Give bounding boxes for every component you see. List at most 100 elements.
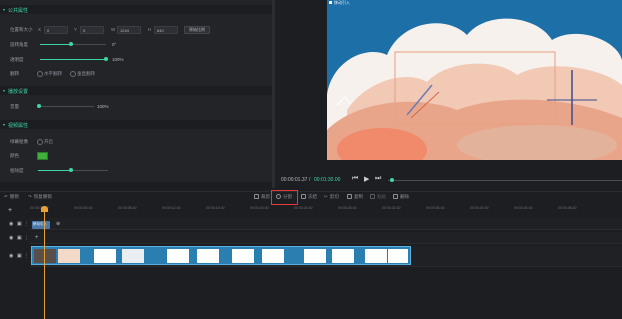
color-label: 颜色 bbox=[10, 153, 19, 158]
clip-thumbnail bbox=[262, 249, 284, 263]
add-clip-icon[interactable]: + bbox=[35, 235, 39, 241]
copy-button[interactable]: 复制 bbox=[347, 194, 363, 200]
text-clip[interactable]: 移动引入 bbox=[32, 221, 50, 229]
collapse-arrow-icon[interactable]: ▾ bbox=[3, 122, 5, 127]
playback-progress-knob[interactable] bbox=[390, 178, 394, 182]
collapse-arrow-icon[interactable]: ▾ bbox=[3, 88, 5, 93]
track-row-empty[interactable] bbox=[30, 270, 622, 319]
timeline-tracks bbox=[0, 214, 622, 319]
original-size-button[interactable]: 原始比例 bbox=[184, 26, 210, 34]
section-audio-title: 播放设置 bbox=[8, 89, 29, 95]
w-value: 1244 bbox=[120, 27, 129, 33]
volume-slider-track[interactable] bbox=[38, 106, 94, 107]
section-effects-title: 视频属性 bbox=[8, 123, 29, 129]
clip-thumbnail bbox=[365, 249, 387, 263]
track-more-icon[interactable]: ⋮ bbox=[24, 235, 29, 241]
intensity-slider-knob[interactable] bbox=[69, 168, 73, 172]
lock-icon[interactable]: ▣ bbox=[17, 221, 22, 227]
undo-button[interactable]: ↶ 撤销 bbox=[4, 194, 19, 200]
skip-back-icon[interactable]: ⏮ bbox=[352, 175, 358, 183]
ruler-tick: 00:00:28.00 bbox=[338, 206, 357, 210]
undo-label: 撤销 bbox=[9, 194, 19, 199]
collapse-arrow-icon[interactable]: ▾ bbox=[3, 7, 5, 12]
ruler-tick: 00:00:08.00 bbox=[118, 206, 137, 210]
lock-icon[interactable]: ▣ bbox=[17, 235, 22, 241]
clip-thumbnail bbox=[94, 249, 116, 263]
track-row[interactable] bbox=[30, 218, 622, 230]
trash-icon bbox=[393, 194, 398, 199]
track-more-icon[interactable]: ⋮ bbox=[24, 253, 29, 259]
section-effects[interactable]: ▾ 视频属性 bbox=[0, 120, 272, 129]
eye-icon[interactable]: ◉ bbox=[9, 221, 13, 227]
track-row[interactable] bbox=[30, 232, 622, 244]
timecode-current: 00:00:01.37 bbox=[281, 177, 308, 183]
color-swatch[interactable] bbox=[37, 152, 48, 160]
timeline-toolbar: ↶ 撤销 ↷ 恢复撤销 裁剪 分割 冻结 ✂ 剪切 复制 粘贴 删除 bbox=[0, 191, 622, 204]
skip-forward-icon[interactable]: ⏭ bbox=[375, 175, 381, 183]
undo-icon: ↶ bbox=[4, 194, 8, 199]
scissors-icon: ✂ bbox=[324, 194, 328, 199]
section-public-title: 公共属性 bbox=[8, 8, 29, 14]
paste-icon bbox=[370, 194, 375, 199]
eye-icon[interactable]: ◉ bbox=[9, 253, 13, 259]
clip-thumbnail bbox=[197, 249, 219, 263]
playhead-line[interactable] bbox=[44, 207, 45, 319]
x-value: 0 bbox=[47, 27, 50, 33]
timecode-separator: / bbox=[309, 177, 311, 183]
crop-label: 裁剪 bbox=[261, 194, 270, 199]
crop-icon bbox=[254, 194, 259, 199]
clip-add-icon[interactable]: ⊕ bbox=[56, 221, 60, 227]
flip-vertical-radio[interactable] bbox=[70, 71, 76, 77]
redo-button[interactable]: ↷ 恢复撤销 bbox=[28, 194, 52, 200]
opacity-slider-knob[interactable] bbox=[104, 57, 108, 61]
x-input[interactable]: 0 bbox=[44, 26, 68, 34]
clip-thumbnail bbox=[388, 249, 408, 263]
flip-horizontal-radio[interactable] bbox=[37, 71, 43, 77]
flip-horizontal-label: 水平翻转 bbox=[44, 71, 62, 76]
position-size-label: 位置和大小 bbox=[10, 27, 33, 32]
paste-button[interactable]: 粘贴 bbox=[370, 194, 386, 200]
volume-slider-knob[interactable] bbox=[37, 104, 41, 108]
eye-icon[interactable]: ◉ bbox=[9, 235, 13, 241]
clip-thumbnail bbox=[304, 249, 326, 263]
add-track-icon[interactable]: + bbox=[8, 207, 12, 214]
redo-icon: ↷ bbox=[28, 194, 32, 199]
section-audio[interactable]: ▾ 播放设置 bbox=[0, 86, 272, 95]
freeze-button[interactable]: 冻结 bbox=[301, 194, 317, 200]
volume-label: 音量 bbox=[10, 104, 19, 109]
playback-progress-track[interactable] bbox=[388, 180, 622, 181]
panel-footer bbox=[0, 182, 272, 188]
h-input[interactable]: 640 bbox=[154, 26, 178, 34]
ruler-tick: 00:00:24.00 bbox=[294, 206, 313, 210]
ruler-tick: 00:00:44.00 bbox=[514, 206, 533, 210]
freeze-icon bbox=[301, 194, 306, 199]
ruler-tick: 00:00:36.00 bbox=[426, 206, 445, 210]
w-input[interactable]: 1244 bbox=[117, 26, 141, 34]
video-clip[interactable] bbox=[31, 246, 411, 265]
intensity-slider-fill bbox=[38, 170, 70, 171]
rotation-slider-knob[interactable] bbox=[69, 42, 73, 46]
section-public-properties[interactable]: ▾ 公共属性 bbox=[0, 5, 272, 14]
properties-panel: ▾ 公共属性 位置和大小 X 0 Y 0 W 1244 H 640 原始比例 旋… bbox=[0, 0, 272, 188]
play-icon[interactable]: ▶ bbox=[364, 175, 369, 183]
y-input[interactable]: 0 bbox=[80, 26, 104, 34]
ruler-tick: 00:00:32.00 bbox=[382, 206, 401, 210]
cut-label: 剪切 bbox=[329, 194, 339, 199]
chroma-key-toggle[interactable] bbox=[37, 139, 43, 145]
y-label: Y bbox=[74, 27, 78, 32]
copy-icon bbox=[347, 194, 352, 199]
preview-watermark: 移动引入 bbox=[334, 0, 350, 5]
cut-button[interactable]: ✂ 剪切 bbox=[324, 194, 339, 200]
crop-button[interactable]: 裁剪 bbox=[254, 194, 270, 200]
freeze-label: 冻结 bbox=[308, 194, 317, 199]
preview-canvas[interactable]: 移动引入 bbox=[327, 0, 622, 160]
delete-button[interactable]: 删除 bbox=[393, 194, 409, 200]
clip-thumbnail bbox=[232, 249, 254, 263]
flip-label: 翻转 bbox=[10, 71, 19, 76]
paste-label: 粘贴 bbox=[377, 194, 386, 199]
track-more-icon[interactable]: ⋮ bbox=[24, 221, 29, 227]
lock-icon[interactable]: ▣ bbox=[17, 253, 22, 259]
timecode-total: 00:01:30.00 bbox=[314, 177, 341, 183]
timeline-ruler[interactable]: 00:00:00.00 00:00:04.00 00:00:08.00 00:0… bbox=[30, 205, 622, 214]
ruler-tick: 00:00:04.00 bbox=[74, 206, 93, 210]
